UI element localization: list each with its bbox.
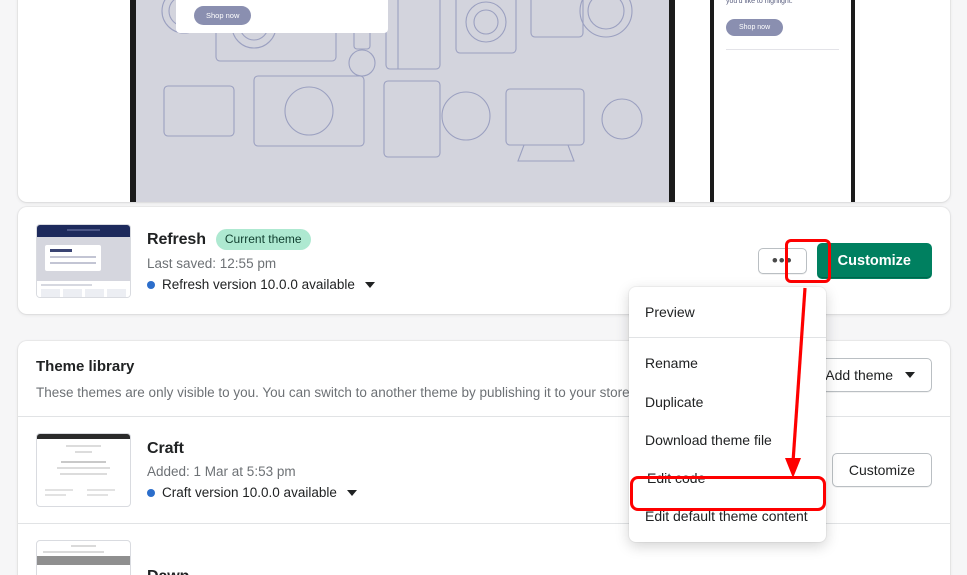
customize-button[interactable]: Customize — [816, 242, 932, 279]
menu-item-edit-default-theme-content[interactable]: Edit default theme content — [629, 497, 826, 535]
shop-now-button[interactable]: Shop now — [194, 6, 252, 25]
mobile-preview-frame: Slideshow Introduce a product or collect… — [710, 0, 855, 202]
current-theme-version-text: Refresh version 10.0.0 available — [162, 277, 355, 293]
update-available-dot — [147, 280, 155, 289]
menu-item-edit-code[interactable]: Edit code — [631, 459, 824, 497]
theme-preview-card: Ariola Development Home Catalog Contact — [18, 0, 950, 202]
current-theme-info: Refresh Current theme Last saved: 12:55 … — [147, 228, 758, 293]
preview-inner: Ariola Development Home Catalog Contact — [18, 0, 950, 202]
slideshow-card: Slideshow Introduce a product or collect… — [176, 0, 388, 33]
theme-thumbnail-dawn — [36, 540, 131, 575]
dawn-theme-name: Dawn — [147, 568, 189, 575]
more-actions-button[interactable]: ••• — [757, 247, 807, 274]
craft-theme-actions: Customize — [831, 453, 932, 487]
menu-item-rename[interactable]: Rename — [629, 344, 826, 382]
current-theme-last-saved: Last saved: 12:55 pm — [147, 256, 277, 272]
theme-settings-page: Ariola Development Home Catalog Contact — [0, 0, 967, 575]
mobile-slideshow-text: Introduce a product or collection you'd … — [726, 0, 793, 6]
current-theme-name: Refresh — [147, 230, 206, 248]
theme-thumbnail-craft — [36, 433, 131, 507]
add-theme-label: Add theme — [825, 367, 893, 383]
ellipsis-icon: ••• — [771, 250, 793, 270]
status-badge: Current theme — [215, 228, 311, 251]
mobile-slideshow-card: Slideshow Introduce a product or collect… — [714, 0, 851, 51]
desktop-preview-screen: Ariola Development Home Catalog Contact — [136, 0, 669, 202]
chevron-down-icon[interactable] — [346, 489, 357, 496]
craft-customize-button[interactable]: Customize — [831, 453, 932, 487]
craft-theme-version-text: Craft version 10.0.0 available — [162, 485, 337, 500]
menu-item-preview[interactable]: Preview — [629, 293, 826, 331]
mobile-divider — [726, 49, 839, 51]
chevron-down-icon — [905, 372, 915, 378]
menu-item-download-theme-file[interactable]: Download theme file — [629, 421, 826, 459]
chevron-down-icon[interactable] — [364, 281, 375, 288]
dawn-theme-info: Dawn — [147, 568, 932, 575]
theme-actions-menu: Preview Rename Duplicate Download theme … — [629, 287, 826, 542]
theme-thumbnail-refresh — [36, 223, 131, 298]
hero-illustration: Slideshow Introduce a product or collect… — [136, 0, 669, 201]
craft-theme-name: Craft — [147, 440, 184, 457]
update-available-dot — [147, 488, 155, 497]
desktop-preview-frame: Ariola Development Home Catalog Contact — [130, 0, 675, 202]
menu-separator — [629, 337, 826, 339]
add-theme-button[interactable]: Add theme — [808, 358, 932, 392]
dawn-theme-name-row: Dawn — [147, 568, 932, 575]
current-theme-actions: ••• Customize — [757, 242, 932, 279]
menu-item-duplicate[interactable]: Duplicate — [629, 383, 826, 421]
current-theme-name-row: Refresh Current theme — [147, 228, 758, 251]
mobile-preview-screen: Slideshow Introduce a product or collect… — [714, 0, 851, 202]
mobile-shop-now-button[interactable]: Shop now — [726, 19, 784, 37]
